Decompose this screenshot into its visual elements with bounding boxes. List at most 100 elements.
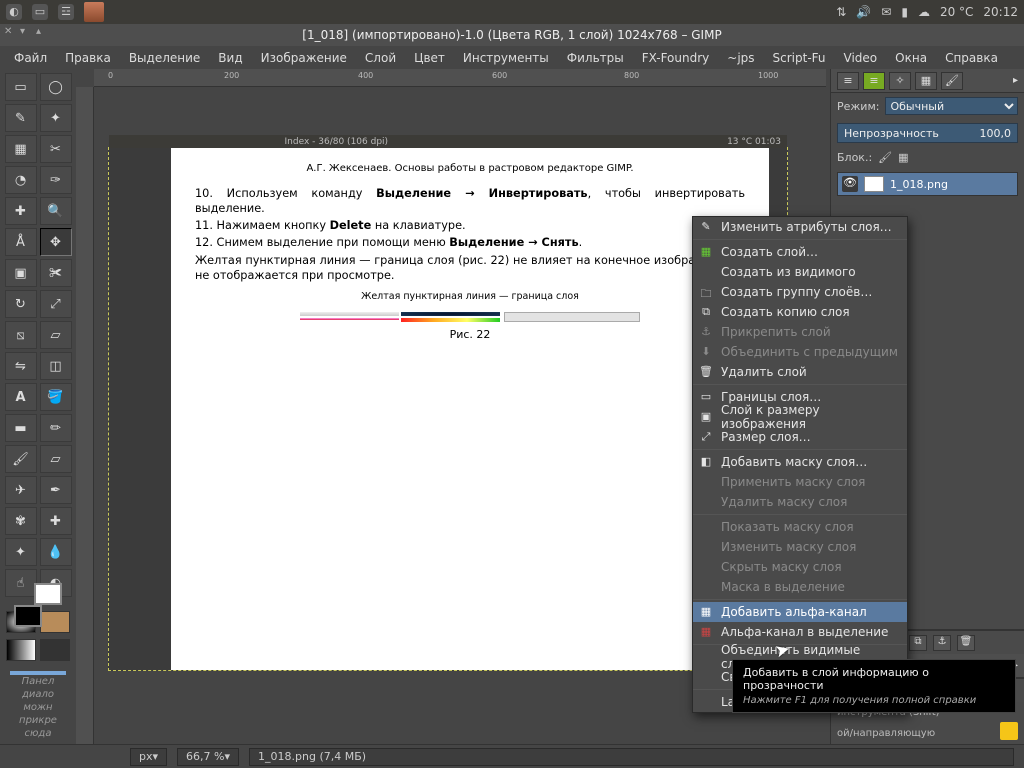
weather-icon[interactable]: ☁	[918, 5, 930, 19]
tool-pencil[interactable]: ✏	[40, 414, 72, 442]
gradient-indicator[interactable]	[6, 639, 36, 661]
tool-rotate[interactable]: ↻	[5, 290, 37, 318]
network-icon[interactable]: ⇅	[836, 5, 846, 19]
max-icon[interactable]: ▴	[36, 27, 46, 37]
menu-image[interactable]: Изображение	[253, 48, 355, 68]
tool-airbrush[interactable]: ✈	[5, 476, 37, 504]
tool-heal[interactable]: ✚	[40, 507, 72, 535]
ctx-group[interactable]: 🗀Создать группу слоёв…	[693, 282, 907, 302]
ruler-horizontal[interactable]: 0 200 400 600 800 1000	[94, 69, 826, 87]
tool-color-select[interactable]: ▦	[5, 135, 37, 163]
tab-undo[interactable]: ▦	[915, 72, 937, 90]
tool-text[interactable]: A	[5, 383, 37, 411]
ctx-scale[interactable]: ⤢Размер слоя…	[693, 427, 907, 447]
visibility-icon[interactable]: 👁	[842, 176, 858, 192]
menu-video[interactable]: Video	[836, 48, 886, 68]
tool-measure[interactable]: Å	[5, 228, 37, 256]
tab-layers[interactable]: ≡	[837, 72, 859, 90]
ctx-add-alpha[interactable]: ▦Добавить альфа-канал	[693, 602, 907, 622]
layer-row[interactable]: 👁 1_018.png	[838, 173, 1017, 195]
corner-indicator-icon[interactable]	[1000, 722, 1018, 740]
layer-context-menu[interactable]: ✎Изменить атрибуты слоя… ▦Создать слой… …	[692, 216, 908, 713]
tool-paintbrush[interactable]: 🖌	[5, 445, 37, 473]
tool-crop[interactable]: ✀	[40, 259, 72, 287]
menu-color[interactable]: Цвет	[406, 48, 453, 68]
unit-select[interactable]: px ▾	[130, 748, 167, 766]
tool-rect-select[interactable]: ▭	[5, 73, 37, 101]
tab-brush[interactable]: 🖌	[941, 72, 963, 90]
menu-bar[interactable]: Файл Правка Выделение Вид Изображение Сл…	[0, 46, 1024, 69]
ctx-add-mask[interactable]: ◧Добавить маску слоя…	[693, 452, 907, 472]
menu-windows[interactable]: Окна	[887, 48, 935, 68]
btn-delete[interactable]: 🗑	[957, 635, 975, 651]
menu-tools[interactable]: Инструменты	[455, 48, 557, 68]
layers-list[interactable]: 👁 1_018.png	[837, 172, 1018, 196]
tool-eraser[interactable]: ▱	[40, 445, 72, 473]
ctx-from-visible[interactable]: Создать из видимого	[693, 262, 907, 282]
menu-fx[interactable]: FX-Foundry	[634, 48, 718, 68]
tool-fuzzy-select[interactable]: ✦	[40, 104, 72, 132]
volume-icon[interactable]: 🔊	[856, 5, 871, 19]
tool-paths[interactable]: ✑	[40, 166, 72, 194]
active-image-indicator[interactable]	[40, 639, 70, 661]
tool-flip[interactable]: ⇋	[5, 352, 37, 380]
tab-paths[interactable]: ✧	[889, 72, 911, 90]
btn-anchor[interactable]: ⚓	[933, 635, 951, 651]
zoom-select[interactable]: 66,7 % ▾	[177, 748, 239, 766]
tool-shear[interactable]: ⧅	[5, 321, 37, 349]
menu-help[interactable]: Справка	[937, 48, 1006, 68]
tool-blend[interactable]: ▬	[5, 414, 37, 442]
tool-ink[interactable]: ✒	[40, 476, 72, 504]
ctx-delete[interactable]: 🗑Удалить слой	[693, 362, 907, 382]
tool-clone[interactable]: ✾	[5, 507, 37, 535]
tab-channels[interactable]: ≡	[863, 72, 885, 90]
gimp-task-icon[interactable]	[84, 2, 104, 22]
ctx-duplicate[interactable]: ⧉Создать копию слоя	[693, 302, 907, 322]
ctx-new-layer[interactable]: ▦Создать слой…	[693, 242, 907, 262]
fg-swatch[interactable]	[14, 605, 42, 627]
tool-foreground[interactable]: ◔	[5, 166, 37, 194]
tool-scissors[interactable]: ✂	[40, 135, 72, 163]
menu-select[interactable]: Выделение	[121, 48, 208, 68]
layer-name[interactable]: 1_018.png	[890, 178, 948, 191]
lock-pixels-icon[interactable]: 🖌	[878, 151, 892, 164]
pattern-indicator[interactable]	[40, 611, 70, 633]
menu-scriptfu[interactable]: Script-Fu	[765, 48, 834, 68]
dock-menu-icon[interactable]: ▸	[1013, 75, 1018, 86]
menu-edit[interactable]: Правка	[57, 48, 119, 68]
battery-icon[interactable]: ▮	[901, 5, 908, 19]
tool-ellipse-select[interactable]: ◯	[40, 73, 72, 101]
menu-filters[interactable]: Фильтры	[559, 48, 632, 68]
menu-layer[interactable]: Слой	[357, 48, 404, 68]
tool-persp-clone[interactable]: ✦	[5, 538, 37, 566]
ctx-edit-attrs[interactable]: ✎Изменить атрибуты слоя…	[693, 217, 907, 237]
tool-move[interactable]: ✥	[40, 228, 72, 256]
menu-file[interactable]: Файл	[6, 48, 55, 68]
ctx-to-image[interactable]: ▣Слой к размеру изображения	[693, 407, 907, 427]
tool-blur[interactable]: 💧	[40, 538, 72, 566]
mail-icon[interactable]: ✉	[881, 5, 891, 19]
bg-swatch[interactable]	[34, 583, 62, 605]
ruler-vertical[interactable]	[76, 87, 94, 744]
tool-perspective[interactable]: ▱	[40, 321, 72, 349]
tool-color-picker[interactable]: ✚	[5, 197, 37, 225]
ubuntu-icon[interactable]: ◐	[6, 4, 22, 20]
tool-bucket[interactable]: 🪣	[40, 383, 72, 411]
btn-dup[interactable]: ⧉	[909, 635, 927, 651]
tool-zoom[interactable]: 🔍	[40, 197, 72, 225]
menu-jps[interactable]: ~jps	[719, 48, 762, 68]
ctx-alpha-sel[interactable]: ▦Альфа-канал в выделение	[693, 622, 907, 642]
tool-scale[interactable]: ⤢	[40, 290, 72, 318]
firefox-icon[interactable]: ☲	[58, 4, 74, 20]
tool-free-select[interactable]: ✎	[5, 104, 37, 132]
opacity-slider[interactable]: Непрозрачность 100,0	[837, 123, 1018, 143]
menu-view[interactable]: Вид	[210, 48, 250, 68]
tool-smudge[interactable]: ☝	[5, 569, 37, 597]
mode-select[interactable]: Обычный	[885, 97, 1018, 115]
files-icon[interactable]: ▭	[32, 4, 48, 20]
tool-align[interactable]: ▣	[5, 259, 37, 287]
min-icon[interactable]: ▾	[20, 27, 30, 37]
close-icon[interactable]: ✕	[4, 27, 14, 37]
layer-thumb[interactable]	[864, 176, 884, 192]
lock-alpha-icon[interactable]: ▦	[898, 151, 908, 164]
